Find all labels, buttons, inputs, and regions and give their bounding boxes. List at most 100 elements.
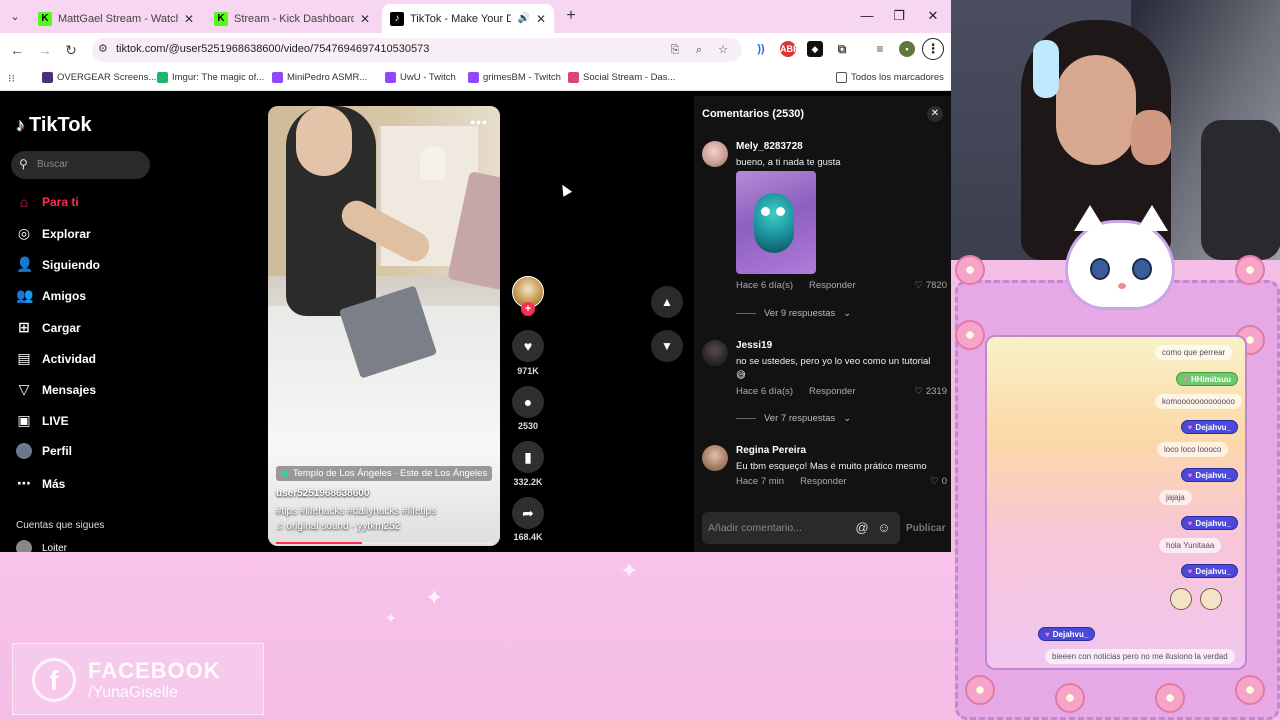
all-bookmarks-folder[interactable]: Todos los marcadores — [836, 72, 944, 83]
extensions-puzzle-icon[interactable]: ⧉ — [834, 41, 850, 57]
mention-icon[interactable]: @ — [854, 520, 870, 536]
share-button[interactable]: ➦ — [512, 497, 544, 529]
comment-input[interactable]: Añadir comentario... @ ☺ — [702, 512, 900, 544]
close-tab-icon[interactable]: ✕ — [184, 12, 194, 26]
nav-live[interactable]: ▣ LIVE — [16, 412, 68, 429]
more-options-icon[interactable]: ••• — [470, 114, 488, 130]
sparkle-decoration: ✦ — [425, 585, 444, 610]
video-author[interactable]: user5251968638600 — [276, 488, 369, 499]
profile-avatar-icon[interactable]: • — [899, 41, 915, 57]
nav-mas[interactable]: ⋯ Más — [16, 475, 65, 492]
bookmark-social-stream[interactable]: Social Stream - Das... — [568, 72, 675, 83]
bookmark-star-icon[interactable]: ☆ — [716, 43, 730, 57]
next-video-button[interactable]: ▼ — [651, 330, 683, 362]
reload-icon[interactable]: ↻ — [62, 41, 80, 59]
address-bar[interactable]: ⚙ tiktok.com/@user5251968638600/video/75… — [92, 38, 742, 62]
nav-label: Perfil — [42, 444, 73, 458]
bookmark-overgear[interactable]: OVERGEAR Screens... — [42, 72, 156, 83]
site-info-icon[interactable]: ⚙ — [98, 42, 108, 55]
browser-menu-icon[interactable]: ⋮ — [922, 38, 944, 60]
avatar[interactable] — [702, 445, 728, 471]
video-progress-bar[interactable] — [276, 542, 492, 544]
close-comments-button[interactable]: ✕ — [927, 106, 943, 122]
video-player[interactable]: ••• ◉ Templo de Los Ángeles · Este de Lo… — [268, 106, 500, 546]
reply-button[interactable]: Responder — [809, 280, 855, 291]
bookmark-minipedro[interactable]: MiniPedro ASMR... — [272, 72, 367, 83]
media-controls-icon[interactable]: ≡ — [872, 41, 888, 57]
extension-wave-icon[interactable]: )) — [753, 41, 769, 57]
publish-button[interactable]: Publicar — [906, 523, 945, 534]
bookmark-imgur[interactable]: Imgur: The magic of... — [157, 72, 264, 83]
comment-like-button[interactable]: ♡ 7820 — [914, 280, 947, 291]
bookmark-label: Imgur: The magic of... — [172, 72, 265, 83]
search-input[interactable]: ⚲ Buscar — [11, 151, 150, 179]
comment-author[interactable]: Regina Pereira — [736, 445, 806, 456]
heart-icon: ♥ — [1045, 629, 1050, 639]
comment-like-count: 0 — [941, 476, 947, 487]
extension-dark-icon[interactable]: ◆ — [807, 41, 823, 57]
view-replies-button[interactable]: Ver 7 respuestas ⌄ — [736, 413, 851, 424]
url-text: tiktok.com/@user5251968638600/video/7547… — [116, 43, 430, 55]
comment-like-count: 7820 — [925, 280, 947, 291]
tab-tiktok[interactable]: ♪ TikTok - Make Your Day 🔊 ✕ — [382, 4, 554, 33]
nav-perfil[interactable]: Perfil — [16, 443, 72, 459]
nav-explorar[interactable]: ◎ Explorar — [16, 225, 91, 242]
nav-cargar[interactable]: ⊞ Cargar — [16, 319, 81, 336]
video-sound[interactable]: ♫ original sound - yytkm252 — [276, 521, 400, 532]
tab-search-icon[interactable]: ⌄ — [6, 8, 24, 26]
speaker-icon[interactable]: 🔊 — [517, 13, 529, 24]
close-tab-icon[interactable]: ✕ — [360, 12, 370, 26]
comment-like-button[interactable]: ♡ 0 — [930, 476, 947, 487]
comment-like-button[interactable]: ♡ 2319 — [914, 386, 947, 397]
comment-author[interactable]: Mely_8283728 — [736, 141, 803, 152]
view-replies-button[interactable]: Ver 9 respuestas ⌄ — [736, 308, 851, 319]
location-tag[interactable]: ◉ Templo de Los Ángeles · Este de Los Án… — [276, 466, 493, 481]
forward-icon[interactable]: → — [36, 41, 54, 59]
comment-text: bueno, a ti nada te gusta — [736, 157, 841, 168]
reply-button[interactable]: Responder — [809, 386, 855, 397]
follow-button[interactable]: + — [521, 302, 535, 316]
nav-actividad[interactable]: ▤ Actividad — [16, 350, 96, 367]
install-app-icon[interactable]: ⎘ — [668, 43, 682, 57]
video-frame — [420, 146, 446, 180]
comment-button[interactable]: ● — [512, 386, 544, 418]
minimize-button[interactable]: — — [852, 6, 882, 26]
tab-kick-dashboard[interactable]: K Stream - Kick Dashboard ✕ — [206, 4, 378, 33]
like-button[interactable]: ♥ — [512, 330, 544, 362]
chevron-down-icon: ⌄ — [843, 308, 852, 319]
bookmark-label: Todos los marcadores — [851, 72, 944, 83]
comment-input-placeholder: Añadir comentario... — [708, 522, 802, 534]
previous-video-button[interactable]: ▲ — [651, 286, 683, 318]
back-icon[interactable]: ← — [8, 41, 26, 59]
avatar[interactable] — [702, 340, 728, 366]
apps-grid-icon[interactable]: ⁝⁝ — [8, 72, 15, 85]
heart-icon: ♥ — [1183, 374, 1188, 384]
nav-mensajes[interactable]: ▽ Mensajes — [16, 381, 96, 398]
save-button[interactable]: ▮ — [512, 441, 544, 473]
flower-decoration — [1235, 255, 1265, 285]
emoji-icon[interactable]: ☺ — [876, 520, 892, 536]
nav-para-ti[interactable]: ⌂ Para ti — [16, 194, 79, 210]
comment-author[interactable]: Jessi19 — [736, 340, 772, 351]
zoom-icon[interactable]: ⌕ — [692, 43, 706, 57]
avatar[interactable] — [702, 141, 728, 167]
comment-icon: ● — [523, 394, 533, 410]
chat-user-badge: ♥ Dejahvu_ — [1180, 468, 1238, 482]
bookmark-icon: ▮ — [524, 449, 532, 465]
restore-button[interactable]: ❐ — [884, 6, 914, 26]
reply-button[interactable]: Responder — [800, 476, 846, 487]
nav-amigos[interactable]: 👥 Amigos — [16, 287, 86, 304]
nav-siguiendo[interactable]: 👤 Siguiendo — [16, 256, 100, 273]
new-tab-button[interactable]: + — [562, 7, 580, 25]
bookmark-grimes-twitch[interactable]: grimesBM - Twitch — [468, 72, 561, 83]
video-hashtags[interactable]: #tips #lifehacks #dailyhacks #lifetips — [276, 506, 436, 517]
bookmark-uwu-twitch[interactable]: UwU - Twitch — [385, 72, 456, 83]
tab-mattgael[interactable]: K MattGael Stream - Watch Live ✕ — [30, 4, 202, 33]
tiktok-logo[interactable]: ♪ TikTok — [16, 114, 92, 137]
adblock-icon[interactable]: ABP — [780, 41, 799, 57]
following-item[interactable]: Loiter — [16, 540, 67, 552]
bookmark-label: Social Stream - Das... — [583, 72, 676, 83]
home-icon: ⌂ — [19, 194, 29, 210]
close-window-button[interactable]: ✕ — [918, 6, 948, 26]
close-tab-icon[interactable]: ✕ — [536, 12, 546, 26]
